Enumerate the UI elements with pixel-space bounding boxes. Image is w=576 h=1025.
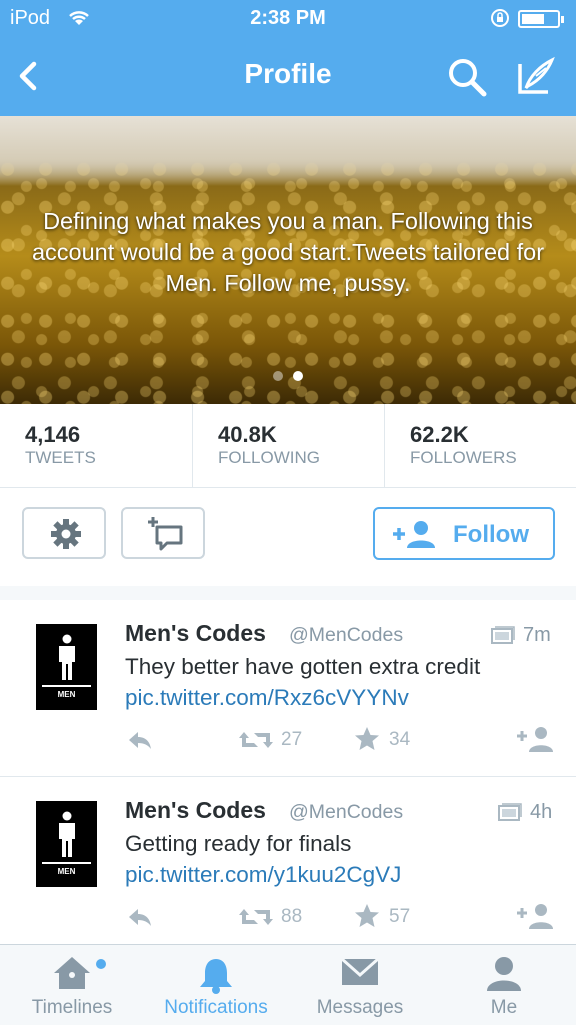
- unread-dot: [96, 959, 106, 969]
- battery-icon: [518, 10, 564, 28]
- tweet-text: They better have gotten extra credit: [125, 654, 481, 679]
- page-indicator[interactable]: [0, 368, 576, 386]
- page-dot-1[interactable]: [273, 371, 283, 381]
- tweet-timestamp: 4h: [530, 801, 553, 823]
- favorite-count: 34: [389, 729, 411, 750]
- stat-value: 4,146: [25, 422, 81, 447]
- follow-button[interactable]: Follow: [373, 507, 555, 560]
- favorite-count: 57: [389, 906, 411, 927]
- men-restroom-icon: [59, 634, 75, 680]
- search-button[interactable]: [446, 56, 488, 98]
- reply-icon[interactable]: [126, 728, 154, 752]
- add-user-icon: [393, 521, 435, 548]
- stat-following[interactable]: 40.8K FOLLOWING: [192, 404, 385, 487]
- stat-label: FOLLOWERS: [410, 448, 517, 467]
- avatar[interactable]: MEN: [36, 624, 97, 710]
- profile-stats: 4,146 TWEETS 40.8K FOLLOWING 62.2K FOLLO…: [0, 404, 576, 488]
- stat-label: TWEETS: [25, 448, 96, 467]
- banner-image: [0, 116, 576, 186]
- profile-bio: Defining what makes you a man. Following…: [31, 208, 545, 296]
- retweet-icon[interactable]: [238, 728, 274, 752]
- stat-label: FOLLOWING: [218, 448, 321, 467]
- media-icon: [491, 626, 515, 644]
- compose-icon: [518, 56, 555, 94]
- rotation-lock-icon: [490, 8, 510, 34]
- tweet-author-handle[interactable]: @MenCodes: [289, 801, 403, 824]
- follow-user-icon[interactable]: [515, 724, 555, 754]
- page-dot-2[interactable]: [293, 371, 303, 381]
- avatar-label: MEN: [57, 690, 76, 699]
- stat-value: 62.2K: [410, 422, 469, 447]
- star-icon[interactable]: [354, 903, 380, 929]
- men-restroom-icon: [59, 811, 75, 857]
- compose-tweet-button[interactable]: [512, 54, 556, 98]
- tab-label: Timelines: [31, 997, 113, 1018]
- tab-timelines[interactable]: Timelines: [0, 945, 144, 1025]
- avatar-label: MEN: [57, 867, 76, 876]
- tab-label: Notifications: [164, 997, 268, 1018]
- tab-messages[interactable]: Messages: [288, 945, 432, 1025]
- search-icon: [449, 59, 487, 97]
- tab-label: Me: [490, 997, 518, 1018]
- bell-icon: [200, 959, 232, 994]
- tweet-timestamp: 7m: [523, 624, 551, 646]
- tweet[interactable]: MEN Men's Codes @MenCodes 4h Getting rea…: [0, 777, 576, 954]
- retweet-count: 88: [281, 906, 303, 927]
- gear-icon: [51, 519, 81, 549]
- settings-button[interactable]: [22, 507, 106, 559]
- tweet-link[interactable]: pic.twitter.com/y1kuu2CgVJ: [125, 862, 401, 888]
- reply-icon[interactable]: [126, 905, 154, 929]
- retweet-icon[interactable]: [238, 905, 274, 929]
- status-bar: iPod 2:38 PM: [0, 0, 576, 38]
- media-icon: [498, 803, 522, 821]
- profile-banner[interactable]: Defining what makes you a man. Following…: [0, 116, 576, 404]
- add-to-list-icon: [148, 517, 183, 551]
- stat-followers[interactable]: 62.2K FOLLOWERS: [384, 404, 576, 487]
- star-icon[interactable]: [354, 726, 380, 752]
- tweet[interactable]: MEN Men's Codes @MenCodes 7m They better…: [0, 600, 576, 777]
- tweet-author-handle[interactable]: @MenCodes: [289, 624, 403, 647]
- tweet-author-name[interactable]: Men's Codes: [125, 620, 266, 647]
- tweet-link[interactable]: pic.twitter.com/Rxz6cVYYNv: [125, 685, 409, 711]
- home-icon: [54, 957, 90, 989]
- retweet-count: 27: [281, 729, 303, 750]
- tweet-author-name[interactable]: Men's Codes: [125, 797, 266, 824]
- top-bar: iPod 2:38 PM Profile: [0, 0, 576, 116]
- stat-value: 40.8K: [218, 422, 277, 447]
- stat-tweets[interactable]: 4,146 TWEETS: [0, 404, 192, 487]
- section-divider: [0, 586, 576, 600]
- tab-bar: Timelines Notifications Messages Me: [0, 944, 576, 1025]
- follow-label: Follow: [453, 521, 529, 548]
- add-to-list-button[interactable]: [121, 507, 205, 559]
- tab-label: Messages: [316, 997, 404, 1018]
- follow-user-icon[interactable]: [515, 901, 555, 931]
- tweet-text: Getting ready for finals: [125, 831, 352, 856]
- envelope-icon: [341, 957, 379, 985]
- page-title: Profile: [244, 58, 332, 89]
- avatar[interactable]: MEN: [36, 801, 97, 887]
- profile-actions: Follow: [0, 488, 576, 587]
- tab-me[interactable]: Me: [432, 945, 576, 1025]
- person-icon: [487, 957, 521, 991]
- tab-notifications[interactable]: Notifications: [144, 945, 288, 1025]
